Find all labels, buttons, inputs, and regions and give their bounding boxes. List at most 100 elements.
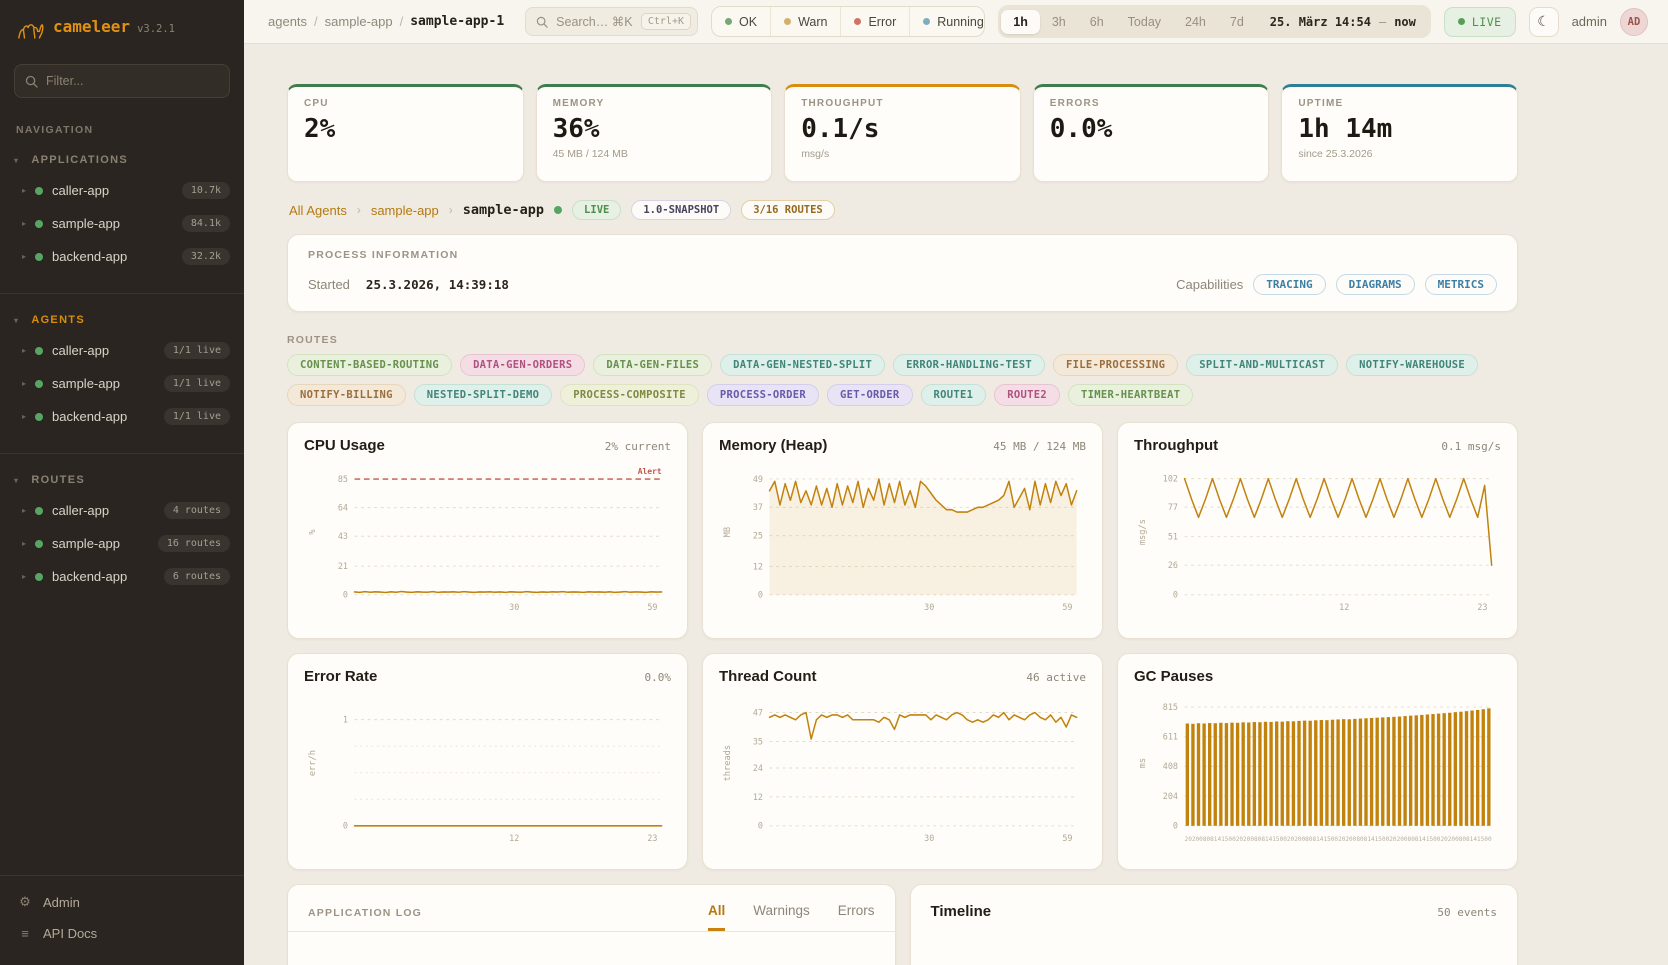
routes-count-badge: 3/16 ROUTES xyxy=(741,200,835,220)
svg-text:12: 12 xyxy=(753,793,763,803)
chevron-down-icon: ▾ xyxy=(14,476,19,485)
range-button-7d[interactable]: 7d xyxy=(1218,10,1256,34)
route-chip[interactable]: GET-ORDER xyxy=(827,384,913,406)
svg-text:64: 64 xyxy=(338,503,348,513)
status-filter-error[interactable]: Error xyxy=(840,7,909,36)
breadcrumb-separator: / xyxy=(314,14,318,29)
stat-card-memory: MEMORY 36% 45 MB / 124 MB xyxy=(536,84,773,182)
route-chip[interactable]: SPLIT-AND-MULTICAST xyxy=(1186,354,1338,376)
svg-text:12: 12 xyxy=(509,834,519,844)
date-range-display[interactable]: 25. März 14:54 — now xyxy=(1256,15,1428,29)
sidebar-item-agent-backend-app[interactable]: ▸ backend-app 1/1 live xyxy=(0,400,244,433)
range-button-6h[interactable]: 6h xyxy=(1078,10,1116,34)
route-chip[interactable]: DATA-GEN-ORDERS xyxy=(460,354,585,376)
route-chip[interactable]: DATA-GEN-NESTED-SPLIT xyxy=(720,354,885,376)
chevron-right-icon: ▸ xyxy=(22,539,26,548)
route-chip[interactable]: NESTED-SPLIT-DEMO xyxy=(414,384,553,406)
chevron-separator: › xyxy=(449,203,453,217)
chevron-right-icon: ▸ xyxy=(22,219,26,228)
chart-card-cpu-usage: CPU Usage 2% current 856443210Alert%3059 xyxy=(287,422,688,639)
search-icon xyxy=(536,16,548,28)
chart-title: Thread Count xyxy=(719,668,817,685)
sidebar-admin-link[interactable]: ⚙ Admin xyxy=(18,886,226,918)
live-dot xyxy=(1458,18,1465,25)
stat-card-throughput: THROUGHPUT 0.1/s msg/s xyxy=(784,84,1021,182)
item-live-badge: 1/1 live xyxy=(164,375,230,392)
sidebar-section-agents[interactable]: ▾ AGENTS xyxy=(0,308,244,334)
live-status-badge[interactable]: LIVE xyxy=(1444,7,1516,37)
status-dot-green xyxy=(35,573,43,581)
status-filter-running[interactable]: Running xyxy=(909,7,985,36)
item-label: caller-app xyxy=(52,503,155,518)
application-log-panel: APPLICATION LOG All Warnings Errors xyxy=(287,884,896,965)
route-chip[interactable]: FILE-PROCESSING xyxy=(1053,354,1178,376)
sidebar-item-routes-caller-app[interactable]: ▸ caller-app 4 routes xyxy=(0,494,244,527)
search-input[interactable]: Search… ⌘K Ctrl+K xyxy=(525,7,698,36)
range-button-24h[interactable]: 24h xyxy=(1173,10,1218,34)
sidebar-section-applications[interactable]: ▾ APPLICATIONS xyxy=(0,148,244,174)
breadcrumb-sample-app[interactable]: sample-app xyxy=(325,14,393,29)
route-chip[interactable]: ROUTE2 xyxy=(994,384,1060,406)
tab-warnings[interactable]: Warnings xyxy=(753,903,810,931)
chart-current-value: 2% current xyxy=(605,440,671,453)
status-filter-warn[interactable]: Warn xyxy=(770,7,840,36)
status-filter-ok[interactable]: OK xyxy=(712,7,770,36)
all-agents-link[interactable]: All Agents xyxy=(289,203,347,218)
route-chip[interactable]: DATA-GEN-FILES xyxy=(593,354,712,376)
status-filter-label: Warn xyxy=(798,15,827,29)
sidebar-apidocs-link[interactable]: ≡ API Docs xyxy=(18,918,226,949)
warn-status-dot xyxy=(784,18,791,25)
route-chip[interactable]: PROCESS-ORDER xyxy=(707,384,819,406)
stat-sub: 45 MB / 124 MB xyxy=(553,148,756,160)
status-dot-green xyxy=(35,380,43,388)
chevron-down-icon: ▾ xyxy=(14,156,19,165)
range-button-today[interactable]: Today xyxy=(1116,10,1173,34)
navigation-label: NAVIGATION xyxy=(16,124,228,136)
sidebar-filter-input[interactable] xyxy=(46,74,219,88)
capabilities: Capabilities TRACING DIAGRAMS METRICS xyxy=(1176,274,1497,295)
route-chip[interactable]: ROUTE1 xyxy=(921,384,987,406)
log-tabs: All Warnings Errors xyxy=(708,903,875,931)
admin-label: Admin xyxy=(43,895,80,910)
search-shortcut-kbd: Ctrl+K xyxy=(641,13,691,30)
breadcrumb-agents[interactable]: agents xyxy=(268,14,307,29)
avatar[interactable]: AD xyxy=(1620,8,1648,36)
svg-text:threads: threads xyxy=(723,745,733,782)
error-rate-chart: 10err/h1223 xyxy=(304,687,671,847)
sidebar: cameleer v3.2.1 NAVIGATION ▾ APPLICATION… xyxy=(0,0,244,965)
sidebar-item-agent-sample-app[interactable]: ▸ sample-app 1/1 live xyxy=(0,367,244,400)
capability-tracing: TRACING xyxy=(1253,274,1325,295)
sidebar-item-agent-caller-app[interactable]: ▸ caller-app 1/1 live xyxy=(0,334,244,367)
svg-text:59: 59 xyxy=(647,603,657,613)
svg-text:51: 51 xyxy=(1168,532,1178,542)
route-chip[interactable]: PROCESS-COMPOSITE xyxy=(560,384,699,406)
chart-card-memory-heap: Memory (Heap) 45 MB / 124 MB 493725120MB… xyxy=(702,422,1103,639)
tab-all[interactable]: All xyxy=(708,903,725,931)
route-chip[interactable]: CONTENT-BASED-ROUTING xyxy=(287,354,452,376)
chart-card-error-rate: Error Rate 0.0% 10err/h1223 xyxy=(287,653,688,870)
route-chip[interactable]: NOTIFY-BILLING xyxy=(287,384,406,406)
sidebar-item-sample-app[interactable]: ▸ sample-app 84.1k xyxy=(0,207,244,240)
dark-mode-toggle[interactable]: ☾ xyxy=(1529,7,1559,37)
chevron-down-icon: ▾ xyxy=(14,316,19,325)
camel-logo-icon xyxy=(16,17,46,42)
sidebar-filter[interactable] xyxy=(14,64,230,98)
sidebar-item-routes-sample-app[interactable]: ▸ sample-app 16 routes xyxy=(0,527,244,560)
range-button-1h[interactable]: 1h xyxy=(1001,10,1040,34)
route-chip[interactable]: NOTIFY-WAREHOUSE xyxy=(1346,354,1478,376)
route-chip[interactable]: ERROR-HANDLING-TEST xyxy=(893,354,1045,376)
tab-errors[interactable]: Errors xyxy=(838,903,875,931)
range-button-3h[interactable]: 3h xyxy=(1040,10,1078,34)
sidebar-item-routes-backend-app[interactable]: ▸ backend-app 6 routes xyxy=(0,560,244,593)
sample-app-link[interactable]: sample-app xyxy=(371,203,439,218)
sidebar-section-routes[interactable]: ▾ ROUTES xyxy=(0,468,244,494)
sidebar-footer: ⚙ Admin ≡ API Docs xyxy=(0,875,244,965)
route-chip[interactable]: TIMER-HEARTBEAT xyxy=(1068,384,1193,406)
sidebar-item-caller-app[interactable]: ▸ caller-app 10.7k xyxy=(0,174,244,207)
svg-text:35: 35 xyxy=(753,737,763,747)
status-dot-green xyxy=(35,347,43,355)
timeline-title: Timeline xyxy=(931,903,992,920)
sidebar-item-backend-app[interactable]: ▸ backend-app 32.2k xyxy=(0,240,244,273)
svg-text:30: 30 xyxy=(509,603,519,613)
svg-text:30: 30 xyxy=(924,603,934,613)
